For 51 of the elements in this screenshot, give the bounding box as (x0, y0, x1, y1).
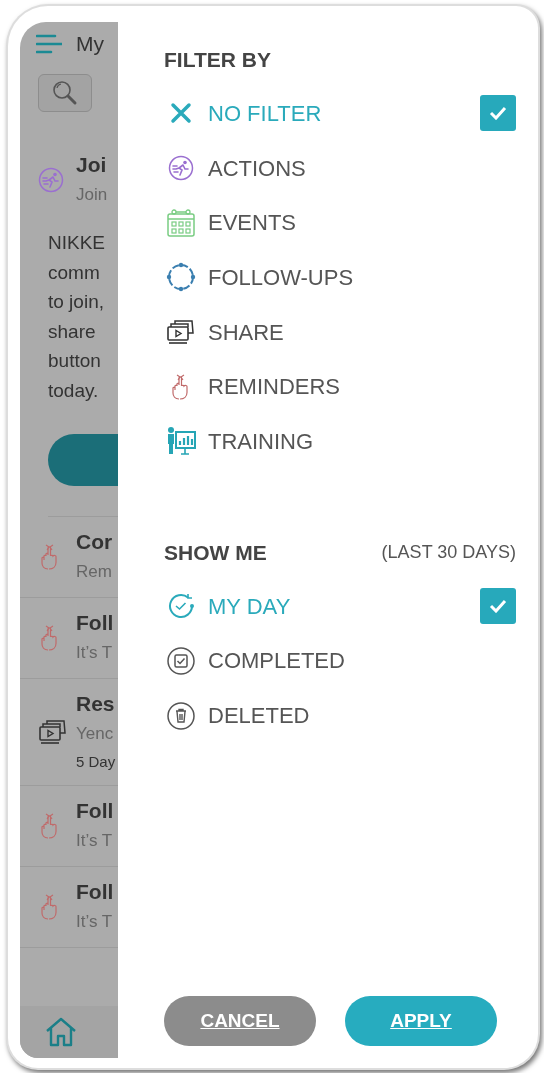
check-icon (489, 599, 507, 614)
trash-icon (166, 700, 196, 731)
item-subtitle: Join (76, 184, 108, 206)
checked-box-icon (166, 645, 196, 676)
filter-option[interactable]: DELETED (164, 688, 516, 743)
filter-option[interactable]: REMINDERS (164, 359, 516, 415)
paragraph-line: button (48, 349, 102, 374)
item-subtitle: Yenc (76, 722, 115, 745)
paragraph-line: to join, (48, 290, 105, 315)
cycle-icon (166, 262, 196, 293)
item-subtitle: Rem (76, 560, 113, 583)
media-cards-icon (166, 319, 196, 346)
item-title: Foll (76, 609, 114, 636)
menu-icon[interactable] (36, 34, 62, 54)
filter-option[interactable]: FOLLOW-UPS (164, 250, 516, 305)
filter-option[interactable]: COMPLETED (164, 633, 516, 689)
close-icon (169, 101, 193, 126)
item-title: Res (76, 690, 116, 717)
item-title: Foll (76, 797, 114, 824)
filter-option[interactable]: SHARE (164, 304, 516, 360)
item-title: Joi (76, 152, 108, 178)
filter-option[interactable]: TRAINING (164, 414, 516, 469)
search-button[interactable] (38, 74, 92, 112)
runner-icon (38, 167, 64, 193)
runner-icon (168, 155, 194, 182)
cancel-button[interactable]: CANCEL (164, 996, 316, 1046)
paragraph-line: NIKKE (48, 231, 107, 255)
paragraph-line: comm (48, 260, 101, 285)
checkbox[interactable] (480, 588, 516, 625)
section-heading: SHOW ME (164, 540, 267, 567)
item-subtitle: It’s T (76, 910, 114, 933)
item-subtitle: It’s T (76, 829, 114, 852)
list-item[interactable]: Joi Join (20, 140, 118, 210)
screen-title: My (76, 31, 104, 58)
search-icon (52, 80, 78, 106)
item-subtitle: It’s T (76, 641, 114, 664)
paragraph-line: today. (48, 378, 100, 403)
section-note: (LAST 30 DAYS) (381, 541, 516, 565)
check-icon (489, 106, 507, 121)
item-title: Foll (76, 878, 114, 905)
item-title: Cor (76, 528, 113, 555)
checkbox[interactable] (480, 95, 516, 132)
filter-option[interactable]: EVENTS (164, 195, 516, 251)
filter-option[interactable]: ACTIONS (164, 140, 516, 196)
section-heading: FILTER BY (164, 47, 271, 74)
media-cards-icon (38, 718, 68, 745)
item-meta: 5 Day (76, 751, 116, 772)
calendar-icon (166, 207, 196, 238)
paragraph-line: share (48, 319, 97, 344)
presenter-chart-icon (165, 426, 197, 457)
home-icon[interactable] (45, 1017, 77, 1047)
